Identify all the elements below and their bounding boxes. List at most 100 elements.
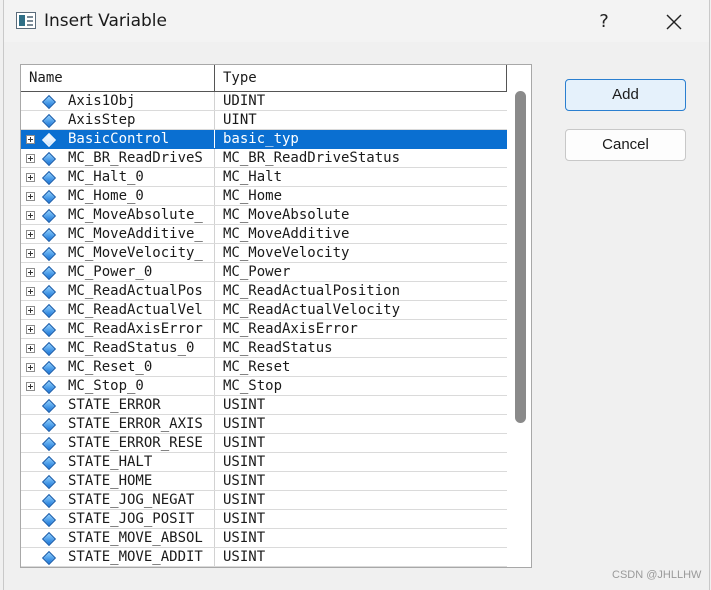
- list-row[interactable]: Axis1Obj UDINT: [21, 92, 507, 111]
- help-button[interactable]: ?: [589, 8, 619, 36]
- list-row[interactable]: MC_Home_0 MC_Home: [21, 187, 507, 206]
- list-row[interactable]: AxisStep UINT: [21, 111, 507, 130]
- expand-icon[interactable]: [26, 268, 35, 277]
- variable-type: USINT: [223, 530, 266, 546]
- variable-list[interactable]: Name Type Axis1Obj UDINT AxisStep UINT Basic…: [20, 64, 532, 568]
- list-row[interactable]: STATE_ERROR_RESE USINT: [21, 434, 507, 453]
- column-divider: [214, 282, 215, 300]
- variable-name: STATE_ERROR: [68, 397, 161, 413]
- variable-name: STATE_JOG_NEGAT: [68, 492, 195, 508]
- list-row[interactable]: STATE_JOG_NEGAT USINT: [21, 491, 507, 510]
- variable-icon: [41, 265, 57, 281]
- expand-icon[interactable]: [26, 306, 35, 315]
- column-divider: [214, 206, 215, 224]
- add-button[interactable]: Add: [565, 79, 686, 111]
- expand-icon[interactable]: [26, 230, 35, 239]
- column-divider: [214, 130, 215, 148]
- vertical-scrollbar[interactable]: [509, 65, 531, 567]
- variable-type: MC_ReadAxisError: [223, 321, 358, 337]
- column-divider: [214, 358, 215, 376]
- list-row[interactable]: MC_ReadActualVel MC_ReadActualVelocity: [21, 301, 507, 320]
- list-row[interactable]: MC_Reset_0 MC_Reset: [21, 358, 507, 377]
- variable-icon: [41, 341, 57, 357]
- variable-type: USINT: [223, 473, 266, 489]
- expand-icon[interactable]: [26, 287, 35, 296]
- title-bar[interactable]: Insert Variable ?: [4, 0, 709, 42]
- watermark: CSDN @JHLLHW: [612, 569, 702, 581]
- column-divider: [214, 168, 215, 186]
- list-rows: Axis1Obj UDINT AxisStep UINT BasicControl bas…: [21, 92, 507, 567]
- list-row[interactable]: STATE_ERROR USINT: [21, 396, 507, 415]
- variable-name: Axis1Obj: [68, 93, 136, 109]
- variable-icon: [41, 113, 57, 129]
- variable-name: MC_MoveAbsolute_: [68, 207, 203, 223]
- column-divider: [214, 491, 215, 509]
- variable-type: USINT: [223, 416, 266, 432]
- column-divider: [214, 301, 215, 319]
- expand-icon[interactable]: [26, 192, 35, 201]
- variable-icon: [41, 474, 57, 490]
- variable-icon: [41, 379, 57, 395]
- list-row[interactable]: STATE_HALT USINT: [21, 453, 507, 472]
- list-row[interactable]: MC_Power_0 MC_Power: [21, 263, 507, 282]
- list-row[interactable]: MC_MoveAbsolute_ MC_MoveAbsolute: [21, 206, 507, 225]
- column-divider: [214, 92, 215, 110]
- column-divider: [214, 244, 215, 262]
- expand-icon[interactable]: [26, 249, 35, 258]
- variable-type: MC_Home: [223, 188, 283, 204]
- variable-icon: [41, 284, 57, 300]
- column-divider: [214, 339, 215, 357]
- column-header-type[interactable]: Type: [215, 65, 507, 91]
- variable-dialog-icon: [16, 12, 36, 29]
- close-button[interactable]: [659, 8, 689, 36]
- column-divider: [214, 377, 215, 395]
- cancel-button[interactable]: Cancel: [565, 129, 686, 161]
- variable-icon: [41, 512, 57, 528]
- column-divider: [214, 320, 215, 338]
- column-divider: [214, 510, 215, 528]
- expand-icon[interactable]: [26, 154, 35, 163]
- list-row[interactable]: MC_BR_ReadDriveS MC_BR_ReadDriveStatus: [21, 149, 507, 168]
- variable-name: STATE_HOME: [68, 473, 153, 489]
- variable-type: UDINT: [223, 93, 266, 109]
- expand-icon[interactable]: [26, 363, 35, 372]
- variable-name: MC_Stop_0: [68, 378, 144, 394]
- variable-name: MC_ReadActualPos: [68, 283, 203, 299]
- list-row[interactable]: STATE_MOVE_ABSOL USINT: [21, 529, 507, 548]
- variable-type: MC_MoveAbsolute: [223, 207, 350, 223]
- variable-type: MC_Reset: [223, 359, 291, 375]
- variable-icon: [41, 246, 57, 262]
- list-row[interactable]: STATE_MOVE_ADDIT USINT: [21, 548, 507, 567]
- column-divider: [214, 415, 215, 433]
- variable-name: MC_ReadStatus_0: [68, 340, 195, 356]
- expand-icon[interactable]: [26, 344, 35, 353]
- variable-name: MC_ReadActualVel: [68, 302, 203, 318]
- list-row[interactable]: MC_Halt_0 MC_Halt: [21, 168, 507, 187]
- expand-icon[interactable]: [26, 173, 35, 182]
- list-row[interactable]: MC_ReadAxisError MC_ReadAxisError: [21, 320, 507, 339]
- expand-icon[interactable]: [26, 135, 35, 144]
- column-divider: [214, 225, 215, 243]
- list-row[interactable]: STATE_JOG_POSIT USINT: [21, 510, 507, 529]
- list-row[interactable]: MC_ReadActualPos MC_ReadActualPosition: [21, 282, 507, 301]
- list-row[interactable]: MC_MoveAdditive_ MC_MoveAdditive: [21, 225, 507, 244]
- list-row[interactable]: BasicControl basic_typ: [21, 130, 507, 149]
- variable-name: MC_BR_ReadDriveS: [68, 150, 203, 166]
- variable-icon: [41, 208, 57, 224]
- scrollbar-thumb[interactable]: [515, 91, 526, 423]
- column-divider: [214, 472, 215, 490]
- expand-icon[interactable]: [26, 325, 35, 334]
- expand-icon[interactable]: [26, 211, 35, 220]
- variable-icon: [41, 436, 57, 452]
- variable-type: USINT: [223, 397, 266, 413]
- variable-icon: [41, 151, 57, 167]
- list-row[interactable]: STATE_ERROR_AXIS USINT: [21, 415, 507, 434]
- list-row[interactable]: MC_ReadStatus_0 MC_ReadStatus: [21, 339, 507, 358]
- column-header-name[interactable]: Name: [21, 65, 215, 91]
- column-divider: [214, 453, 215, 471]
- list-row[interactable]: STATE_HOME USINT: [21, 472, 507, 491]
- column-divider: [214, 396, 215, 414]
- list-row[interactable]: MC_Stop_0 MC_Stop: [21, 377, 507, 396]
- list-row[interactable]: MC_MoveVelocity_ MC_MoveVelocity: [21, 244, 507, 263]
- expand-icon[interactable]: [26, 382, 35, 391]
